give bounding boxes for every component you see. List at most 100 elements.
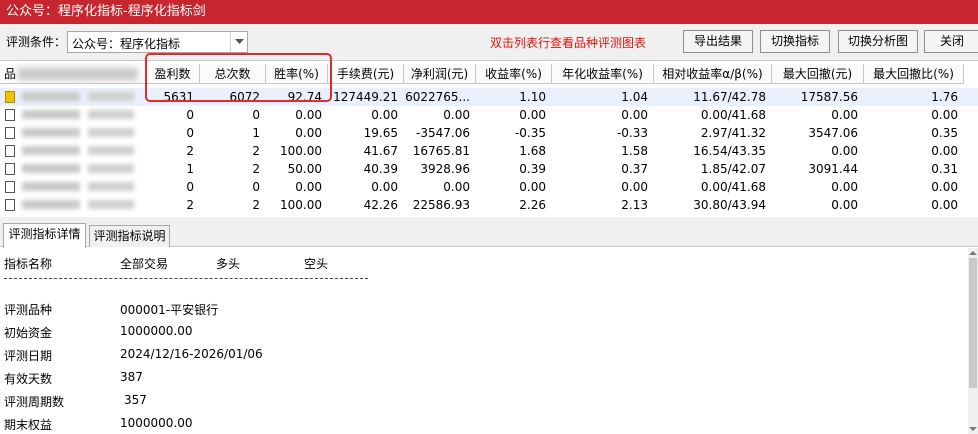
table-cell: 2: [252, 162, 260, 176]
detail-label: 期末权益: [4, 418, 53, 432]
table-cell: 17587.56: [800, 90, 858, 104]
detail-value: 1000000.00: [120, 324, 193, 338]
scroll-up-icon[interactable]: [969, 250, 977, 256]
column-header-winrate[interactable]: 胜率(%): [266, 64, 328, 84]
document-icon: [5, 163, 15, 175]
column-header-total[interactable]: 总次数: [200, 64, 266, 84]
table-row[interactable]: 0 0 0.00 0.00 0.00 0.00 0.00 0.00/41.68 0.00 0.00: [0, 106, 978, 124]
column-header-label: 品: [4, 67, 17, 81]
document-icon: [5, 145, 15, 157]
redacted-symbol: [22, 182, 80, 191]
table-cell: 1: [186, 162, 194, 176]
column-header-relative-return[interactable]: 相对收益率α/β(%): [654, 64, 772, 84]
redacted-symbol: [22, 92, 80, 101]
document-icon: [5, 91, 15, 103]
table-cell: 40.39: [363, 162, 398, 176]
detail-header-all: 全部交易: [120, 257, 169, 271]
table-cell: -0.35: [514, 126, 546, 140]
table-cell: 0.00: [371, 108, 398, 122]
close-button[interactable]: 关闭: [924, 30, 978, 53]
redacted-name: [88, 92, 134, 101]
table-cell: 2.26: [519, 198, 546, 212]
document-icon: [5, 127, 15, 139]
redacted-name: [88, 146, 134, 155]
column-header-max-drawdown[interactable]: 最大回撤(元): [772, 64, 864, 84]
table-cell: 2.97/41.32: [700, 126, 766, 140]
condition-select[interactable]: 公众号：程序化指标: [67, 31, 248, 53]
table-row[interactable]: 0 0 0.00 0.00 0.00 0.00 0.00 0.00/41.68 0.00 0.00: [0, 178, 978, 196]
tab-description[interactable]: 评测指标说明: [89, 225, 170, 247]
detail-value: 000001-平安银行: [120, 303, 219, 317]
table-cell: 2: [252, 198, 260, 212]
export-button[interactable]: 导出结果: [683, 30, 753, 53]
table-row[interactable]: 1 2 50.00 40.39 3928.96 0.39 0.37 1.85/42.07 309…: [0, 160, 978, 178]
switch-indicator-button[interactable]: 切换指标: [760, 30, 830, 53]
table-cell: 0.00: [519, 180, 546, 194]
table-cell: 0: [186, 180, 194, 194]
table-cell: -3547.06: [416, 126, 470, 140]
column-header-annual-return[interactable]: 年化收益率(%): [552, 64, 654, 84]
detail-scrollbar[interactable]: [968, 248, 978, 434]
detail-header-name: 指标名称: [4, 257, 53, 271]
detail-label: 评测日期: [4, 349, 53, 363]
redacted-name: [88, 128, 134, 137]
table-cell: 0.00: [295, 180, 322, 194]
table-cell: 3928.96: [420, 162, 470, 176]
redacted-name: [88, 164, 134, 173]
table-cell: 0.37: [621, 162, 648, 176]
chevron-down-icon[interactable]: [230, 32, 247, 52]
table-cell: 1.76: [931, 90, 958, 104]
column-header-symbol[interactable]: 品: [0, 64, 146, 84]
table-row[interactable]: 2 2 100.00 41.67 16765.81 1.68 1.58 16.54/43.35…: [0, 142, 978, 160]
title-bar: 公众号：程序化指标-程序化指标剑: [0, 0, 978, 24]
redacted-symbol: [22, 200, 80, 209]
column-header-fee[interactable]: 手续费(元): [328, 64, 404, 84]
table-cell: 2: [186, 144, 194, 158]
detail-label: 有效天数: [4, 372, 53, 386]
table-cell: 0.35: [931, 126, 958, 140]
table-cell: 0.00: [519, 108, 546, 122]
condition-label: 评测条件：: [6, 35, 67, 49]
column-header-profit[interactable]: 净利润(元): [404, 64, 476, 84]
table-cell: 3091.44: [808, 162, 858, 176]
detail-value: 2024/12/16-2026/01/06: [120, 347, 263, 361]
tab-bar: 评测指标详情 评测指标说明: [0, 217, 978, 248]
detail-value: 1000000.00: [120, 416, 193, 430]
table-cell: 0.00: [931, 180, 958, 194]
document-icon: [5, 181, 15, 193]
table-cell: 1.04: [621, 90, 648, 104]
table-cell: 0.39: [519, 162, 546, 176]
tab-detail[interactable]: 评测指标详情: [3, 223, 86, 248]
table-cell: 0.00: [621, 180, 648, 194]
table-row[interactable]: 5631 6072 92.74 127449.21 6022765... 1.10 1.04…: [0, 88, 978, 106]
table-cell: 1.85/42.07: [700, 162, 766, 176]
switch-chart-button[interactable]: 切换分析图: [838, 30, 918, 53]
column-header-max-drawdown-ratio[interactable]: 最大回撤比(%): [864, 64, 964, 84]
table-row[interactable]: 2 2 100.00 42.26 22586.93 2.26 2.13 30.80/43.94…: [0, 196, 978, 214]
redacted-symbol: [22, 164, 80, 173]
separator-line: [4, 278, 368, 279]
detail-label: 初始资金: [4, 326, 53, 340]
results-grid[interactable]: 品 盈利数 总次数 胜率(%) 手续费(元) 净利润(元) 收益率(%) 年化收…: [0, 60, 978, 217]
table-row[interactable]: 0 1 0.00 19.65 -3547.06 -0.35 -0.33 2.97/41.32 3…: [0, 124, 978, 142]
table-cell: 0.00: [443, 108, 470, 122]
column-header-wins[interactable]: 盈利数: [146, 64, 200, 84]
table-cell: 0: [252, 180, 260, 194]
detail-panel: 指标名称 全部交易 多头 空头 评测品种 000001-平安银行 初始资金 10…: [0, 248, 968, 434]
table-cell: 2: [252, 144, 260, 158]
table-cell: 6072: [229, 90, 260, 104]
scrollbar-thumb[interactable]: [969, 258, 977, 388]
detail-value: 387: [120, 370, 143, 384]
scroll-down-icon[interactable]: [969, 426, 977, 432]
table-cell: 0.00: [831, 144, 858, 158]
redacted-symbol: [22, 110, 80, 119]
detail-value: 357: [124, 393, 147, 407]
table-cell: 0.31: [931, 162, 958, 176]
table-cell: 92.74: [287, 90, 322, 104]
column-header-return[interactable]: 收益率(%): [476, 64, 552, 84]
redacted-symbol: [22, 128, 80, 137]
table-cell: 16.54/43.35: [693, 144, 766, 158]
table-cell: 0: [186, 108, 194, 122]
table-cell: 0.00: [931, 198, 958, 212]
table-cell: 0.00: [931, 144, 958, 158]
